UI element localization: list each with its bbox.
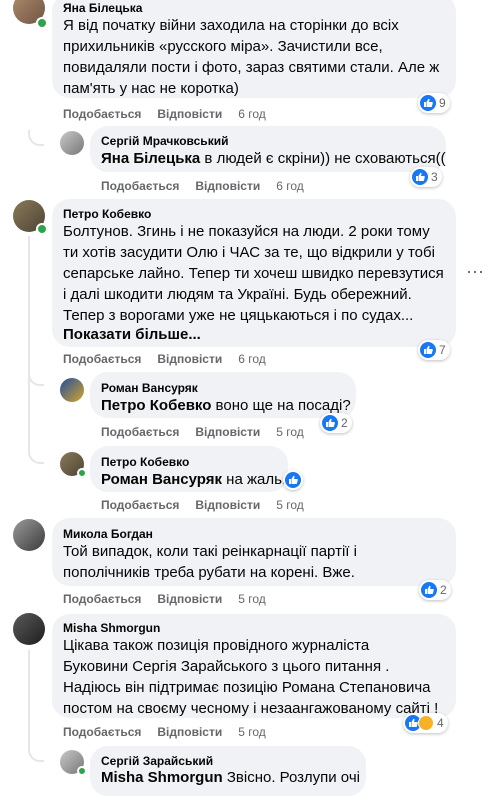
- like-button[interactable]: Подобається: [63, 107, 141, 121]
- avatar[interactable]: [13, 519, 45, 551]
- reaction-count-label: 3: [431, 170, 438, 184]
- comment-text-line: Буковини Сергія Зарайського з цього пита…: [63, 658, 390, 675]
- reply-button[interactable]: Відповісти: [157, 107, 222, 121]
- reply-button[interactable]: Відповісти: [157, 725, 222, 739]
- like-icon: [420, 95, 436, 111]
- comment-text-line: постом на своєму чесному і незаангажован…: [63, 700, 439, 717]
- avatar[interactable]: [13, 613, 45, 645]
- timestamp[interactable]: 6 год: [238, 352, 266, 366]
- comment-text-line: Болтунов. Згинь і не показуйся на люди. …: [63, 223, 430, 240]
- like-icon: [412, 169, 428, 185]
- comment-text-line: Цікава також позиція провідного журналіс…: [63, 637, 370, 654]
- comment-text: Misha Shmorgun Звісно. Розлупи очі: [101, 768, 360, 787]
- comment-text-line: сепарське лайно. Тепер ти хочеш швидко п…: [63, 265, 444, 282]
- like-button[interactable]: Подобається: [63, 352, 141, 366]
- like-icon: [322, 415, 338, 431]
- comment-actions: Подобається Відповісти 6 год: [63, 107, 266, 121]
- author-name[interactable]: Сергій Зарайський: [101, 754, 213, 768]
- comment-actions: Подобається Відповісти 5 год: [63, 725, 266, 739]
- like-icon: [285, 472, 301, 488]
- reply-button[interactable]: Відповісти: [195, 425, 260, 439]
- online-status-icon: [36, 223, 48, 235]
- reaction-count[interactable]: 3: [410, 167, 442, 187]
- author-name[interactable]: Микола Богдан: [63, 527, 153, 541]
- like-button[interactable]: Подобається: [101, 425, 179, 439]
- thread-line: [28, 446, 44, 464]
- thread-line: [28, 368, 44, 386]
- reaction-count[interactable]: 2: [320, 413, 352, 433]
- comment-text-line: Я від початку війни заходила на сторінки…: [63, 17, 399, 34]
- comment-actions: Подобається Відповісти 6 год: [63, 352, 266, 366]
- author-name[interactable]: Misha Shmorgun: [63, 621, 160, 635]
- author-name[interactable]: Роман Вансуряк: [101, 381, 198, 395]
- comment-text-line: прихильників «русского міра». Зачистили …: [63, 38, 383, 55]
- reply-button[interactable]: Відповісти: [157, 352, 222, 366]
- comment-text-line: ти хотів засудити Олю і ЧАС за те, що ві…: [63, 244, 435, 261]
- comment-actions: Подобається Відповісти 5 год: [101, 425, 304, 439]
- timestamp[interactable]: 5 год: [238, 592, 266, 606]
- thread-line: [28, 236, 30, 446]
- comment-text-line: пам'ять у нас не коротка): [63, 80, 239, 97]
- comment-actions: Подобається Відповісти 5 год: [63, 592, 266, 606]
- like-icon: [421, 582, 437, 598]
- reply-button[interactable]: Відповісти: [195, 179, 260, 193]
- comment-text-body: воно ще на посаді?: [211, 397, 351, 414]
- mention-link[interactable]: Misha Shmorgun: [101, 769, 223, 786]
- comment-text-line: повидаляли пости і фото, зараз святими с…: [63, 59, 440, 76]
- mention-link[interactable]: Петро Кобевко: [101, 397, 211, 414]
- mention-link[interactable]: Яна Білецька: [101, 150, 200, 167]
- reaction-count-label: 2: [341, 416, 348, 430]
- comment-actions: Подобається Відповісти 6 год: [101, 179, 304, 193]
- see-more-link[interactable]: Показати більше...: [63, 325, 201, 344]
- author-name[interactable]: Петро Кобевко: [101, 455, 189, 469]
- reaction-count[interactable]: 4: [403, 713, 448, 733]
- haha-icon: [418, 715, 434, 731]
- like-button[interactable]: Подобається: [101, 498, 179, 512]
- online-status-icon: [77, 766, 87, 776]
- comment-text: Петро Кобевко воно ще на посаді?: [101, 396, 351, 415]
- author-name[interactable]: Яна Білецька: [63, 1, 142, 15]
- reaction-count[interactable]: 7: [418, 340, 450, 360]
- avatar[interactable]: [60, 378, 84, 402]
- comment-text-body: в людей є скріни)) не сховаються((: [200, 150, 446, 167]
- timestamp[interactable]: 6 год: [276, 179, 304, 193]
- comment-text: Роман Вансуряк на жаль.: [101, 470, 286, 489]
- comment-text-line: Той випадок, коли такі реінкарнації парт…: [63, 543, 357, 560]
- comment-text-line: Тепер з ворогами уже не цяцькаються і по…: [63, 307, 414, 324]
- comment-text-line: Надіюсь він підтримає позицію Романа Сте…: [63, 679, 431, 696]
- reply-button[interactable]: Відповісти: [195, 498, 260, 512]
- reply-button[interactable]: Відповісти: [157, 592, 222, 606]
- reaction-count[interactable]: 9: [418, 93, 450, 113]
- online-status-icon: [77, 468, 87, 478]
- mention-link[interactable]: Роман Вансуряк: [101, 471, 222, 488]
- like-icon: [420, 342, 436, 358]
- thread-line: [28, 130, 44, 146]
- comment-text: Яна Білецька в людей є скріни)) не схова…: [101, 149, 446, 168]
- timestamp[interactable]: 5 год: [276, 498, 304, 512]
- author-name[interactable]: Сергій Мрачковський: [101, 134, 228, 148]
- comment-text-line: і далі шкодити людям та Україні. Будь об…: [63, 286, 412, 303]
- comment-text-body: Звісно. Розлупи очі: [222, 769, 360, 786]
- author-name[interactable]: Петро Кобевко: [63, 207, 151, 221]
- thread-line: [28, 650, 30, 746]
- reaction-icon[interactable]: [283, 470, 303, 490]
- online-status-icon: [36, 17, 48, 29]
- comment-text-body: на жаль.: [222, 471, 287, 488]
- avatar[interactable]: [60, 131, 84, 155]
- thread-line: [28, 746, 44, 762]
- timestamp[interactable]: 5 год: [276, 425, 304, 439]
- like-button[interactable]: Подобається: [63, 725, 141, 739]
- timestamp[interactable]: 5 год: [238, 725, 266, 739]
- more-dots-icon[interactable]: ⋯: [466, 262, 485, 283]
- reaction-count[interactable]: 2: [419, 580, 451, 600]
- reaction-count-label: 4: [437, 716, 444, 730]
- comment-actions: Подобається Відповісти 5 год: [101, 498, 304, 512]
- like-button[interactable]: Подобається: [101, 179, 179, 193]
- reaction-count-label: 7: [439, 343, 446, 357]
- like-button[interactable]: Подобається: [63, 592, 141, 606]
- timestamp[interactable]: 6 год: [238, 107, 266, 121]
- reaction-count-label: 9: [439, 96, 446, 110]
- comment-text-line: пополічників треба рубати на корені. Вже…: [63, 564, 355, 581]
- reaction-count-label: 2: [440, 583, 447, 597]
